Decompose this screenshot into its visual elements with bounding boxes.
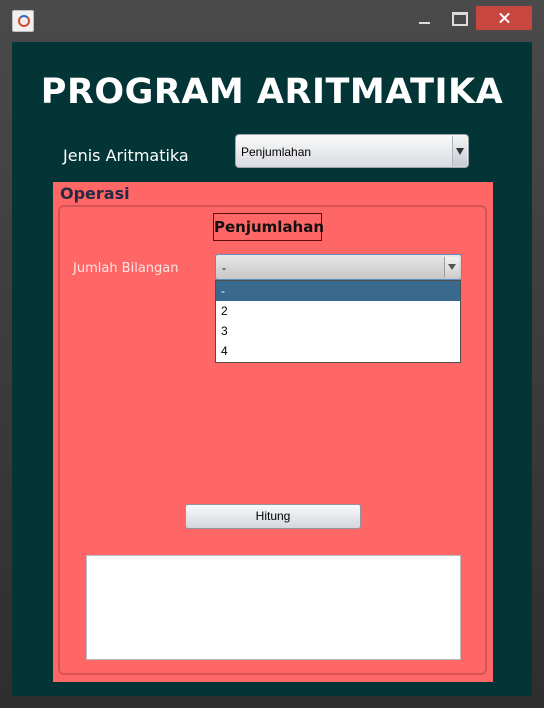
close-button[interactable] xyxy=(476,6,532,30)
dropdown-option[interactable]: 4 xyxy=(216,341,460,361)
dropdown-option[interactable]: 2 xyxy=(216,301,460,321)
hitung-button[interactable]: Hitung xyxy=(185,504,361,529)
dropdown-option[interactable]: 3 xyxy=(216,321,460,341)
chevron-down-icon[interactable] xyxy=(452,136,467,166)
jumlah-bilangan-dropdown-list: - 2 3 4 xyxy=(215,280,461,363)
jenis-aritmatika-label: Jenis Aritmatika xyxy=(63,146,189,165)
content-pane: PROGRAM ARITMATIKA Jenis Aritmatika Penj… xyxy=(12,42,532,696)
operasi-panel: Operasi Penjumlahan Jumlah Bilangan - - … xyxy=(53,182,493,682)
jenis-aritmatika-combobox[interactable]: Penjumlahan xyxy=(235,134,469,168)
result-text-area[interactable] xyxy=(86,555,461,660)
jenis-aritmatika-value: Penjumlahan xyxy=(241,145,312,159)
page-title: PROGRAM ARITMATIKA xyxy=(40,72,504,112)
jumlah-bilangan-combobox[interactable]: - xyxy=(215,254,462,280)
dropdown-option[interactable]: - xyxy=(216,281,460,301)
chevron-down-icon[interactable] xyxy=(444,257,459,277)
operation-label: Penjumlahan xyxy=(213,213,324,241)
jumlah-bilangan-value: - xyxy=(222,261,226,275)
title-bar[interactable] xyxy=(0,0,544,40)
jumlah-bilangan-label: Jumlah Bilangan xyxy=(73,261,179,276)
java-app-icon xyxy=(12,10,34,32)
minimize-button[interactable] xyxy=(404,6,444,30)
maximize-button[interactable] xyxy=(439,6,479,30)
app-window: PROGRAM ARITMATIKA Jenis Aritmatika Penj… xyxy=(0,0,544,708)
panel-title: Operasi xyxy=(60,184,130,203)
